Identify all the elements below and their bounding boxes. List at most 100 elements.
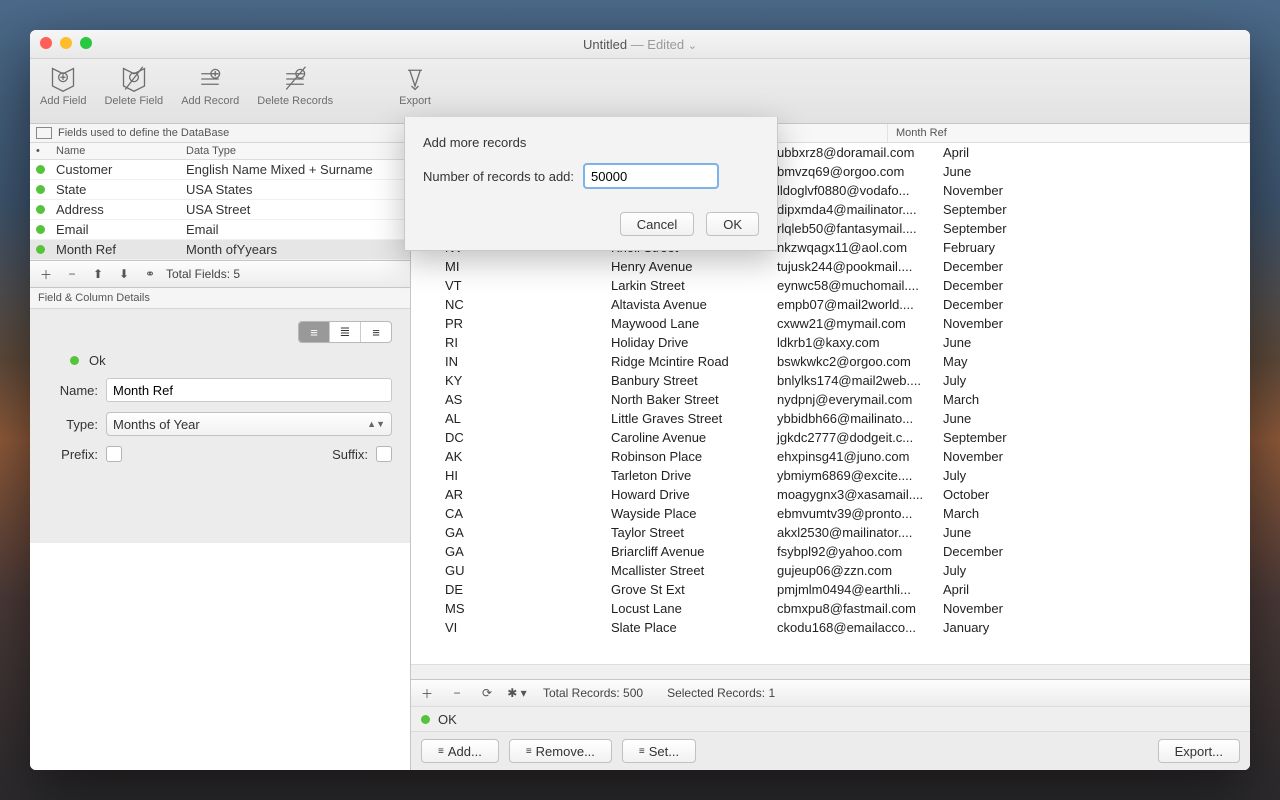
record-row[interactable]: PRMaywood Lanecxww21@mymail.comNovember — [411, 314, 1250, 333]
records-count-input[interactable] — [584, 164, 718, 188]
record-row[interactable]: VTLarkin Streeteynwc58@muchomail....Dece… — [411, 276, 1250, 295]
align-right-button[interactable]: ≡ — [360, 322, 391, 342]
cell-month: June — [935, 335, 1250, 350]
cell-email: ehxpinsg41@juno.com — [769, 449, 935, 464]
cell-address: Holiday Drive — [603, 335, 769, 350]
record-row[interactable]: KYBanbury Streetbnlylks174@mail2web....J… — [411, 371, 1250, 390]
cell-email: fsybpl92@yahoo.com — [769, 544, 935, 559]
cell-email: eynwc58@muchomail.... — [769, 278, 935, 293]
cell-address: Caroline Avenue — [603, 430, 769, 445]
record-row[interactable]: MSLocust Lanecbmxpu8@fastmail.comNovembe… — [411, 599, 1250, 618]
field-row[interactable]: CustomerEnglish Name Mixed + Surname — [30, 160, 410, 180]
fields-list[interactable]: CustomerEnglish Name Mixed + SurnameStat… — [30, 160, 410, 260]
cell-email: bswkwkc2@orgoo.com — [769, 354, 935, 369]
record-row[interactable]: RIHoliday Driveldkrb1@kaxy.comJune — [411, 333, 1250, 352]
record-row[interactable]: ALLittle Graves Streetybbidbh66@mailinat… — [411, 409, 1250, 428]
cell-state: PR — [437, 316, 603, 331]
fields-name-col[interactable]: Name — [56, 145, 186, 157]
cell-state: AK — [437, 449, 603, 464]
record-row[interactable]: MIHenry Avenuetujusk244@pookmail....Dece… — [411, 257, 1250, 276]
record-row[interactable]: HITarleton Driveybmiym6869@excite....Jul… — [411, 466, 1250, 485]
prefix-checkbox[interactable] — [106, 446, 122, 462]
align-center-button[interactable]: ≣ — [329, 322, 360, 342]
list-icon: ≡ — [639, 746, 643, 757]
field-type-cell: Month ofYyears — [186, 242, 404, 257]
fields-bullet-col[interactable]: • — [36, 145, 56, 157]
delete-field-button[interactable]: Delete Field — [104, 65, 163, 107]
field-row[interactable]: StateUSA States — [30, 180, 410, 200]
field-row[interactable]: Month RefMonth ofYyears — [30, 240, 410, 260]
export-icon — [401, 65, 429, 93]
name-label: Name: — [48, 383, 98, 398]
record-row[interactable]: ARHoward Drivemoagygnx3@xasamail....Octo… — [411, 485, 1250, 504]
minimize-window-button[interactable] — [60, 37, 72, 49]
field-type-select[interactable]: Months of Year ▲▼ — [106, 412, 392, 436]
zoom-window-button[interactable] — [80, 37, 92, 49]
name-row: Name: — [48, 378, 392, 402]
delete-field-label: Delete Field — [104, 95, 163, 107]
status-ok-label: OK — [438, 712, 457, 727]
record-row[interactable]: DEGrove St Extpmjmlm0494@earthli...April — [411, 580, 1250, 599]
cell-email: ubbxrz8@doramail.com — [769, 145, 935, 160]
cell-address: Robinson Place — [603, 449, 769, 464]
fields-datatype-col[interactable]: Data Type — [186, 145, 404, 157]
reload-button[interactable]: ⟳ — [477, 683, 497, 703]
delete-records-button[interactable]: Delete Records — [257, 65, 333, 107]
cell-email: cbmxpu8@fastmail.com — [769, 601, 935, 616]
cell-state: MS — [437, 601, 603, 616]
add-record-small-button[interactable]: ＋ — [417, 683, 437, 703]
cell-email: ybmiym6869@excite.... — [769, 468, 935, 483]
field-name-cell: Customer — [56, 162, 186, 177]
delete-records-label: Delete Records — [257, 95, 333, 107]
export-action-button[interactable]: Export... — [1158, 739, 1240, 763]
record-row[interactable]: ASNorth Baker Streetnydpnj@everymail.com… — [411, 390, 1250, 409]
remove-action-button[interactable]: ≡Remove... — [509, 739, 612, 763]
select-chevrons-icon: ▲▼ — [367, 419, 385, 429]
record-row[interactable]: VISlate Placeckodu168@emailacco...Januar… — [411, 618, 1250, 637]
add-field-button[interactable]: Add Field — [40, 65, 86, 107]
record-row[interactable]: DCCaroline Avenuejgkdc2777@dodgeit.c...S… — [411, 428, 1250, 447]
cell-state: GA — [437, 544, 603, 559]
gear-menu-button[interactable]: ✱ ▾ — [507, 683, 527, 703]
cell-email: ckodu168@emailacco... — [769, 620, 935, 635]
remove-field-small-button[interactable]: − — [62, 264, 82, 284]
field-row[interactable]: EmailEmail — [30, 220, 410, 240]
record-row[interactable]: CAWayside Placeebmvumtv39@pronto...March — [411, 504, 1250, 523]
set-action-button[interactable]: ≡Set... — [622, 739, 696, 763]
cell-address: Maywood Lane — [603, 316, 769, 331]
cell-month: September — [935, 221, 1250, 236]
add-field-small-button[interactable]: ＋ — [36, 264, 56, 284]
record-row[interactable]: GATaylor Streetakxl2530@mailinator....Ju… — [411, 523, 1250, 542]
cancel-button[interactable]: Cancel — [620, 212, 694, 236]
record-row[interactable]: NCAltavista Avenueempb07@mail2world....D… — [411, 295, 1250, 314]
move-down-button[interactable]: ⬇ — [114, 264, 134, 284]
cell-address: Tarleton Drive — [603, 468, 769, 483]
titlebar: Untitled — Edited ⌄ — [30, 30, 1250, 59]
add-record-button[interactable]: Add Record — [181, 65, 239, 107]
record-row[interactable]: GABriarcliff Avenuefsybpl92@yahoo.comDec… — [411, 542, 1250, 561]
field-name-cell: Email — [56, 222, 186, 237]
prefix-suffix-row: Prefix: Suffix: — [48, 446, 392, 462]
add-action-button[interactable]: ≡Add... — [421, 739, 499, 763]
suffix-label: Suffix: — [332, 447, 368, 462]
total-fields-label: Total Fields: 5 — [166, 267, 240, 281]
alignment-segmented[interactable]: ≡ ≣ ≡ — [298, 321, 392, 343]
remove-record-small-button[interactable]: − — [447, 683, 467, 703]
suffix-checkbox[interactable] — [376, 446, 392, 462]
field-row[interactable]: AddressUSA Street — [30, 200, 410, 220]
export-button[interactable]: Export — [399, 65, 431, 107]
record-row[interactable]: AKRobinson Placeehxpinsg41@juno.comNovem… — [411, 447, 1250, 466]
field-name-input[interactable] — [106, 378, 392, 402]
horizontal-scrollbar[interactable] — [411, 664, 1250, 679]
col-month[interactable]: Month Ref — [888, 124, 1250, 142]
align-left-button[interactable]: ≡ — [299, 322, 329, 342]
fields-panel-title: Fields used to define the DataBase — [58, 127, 229, 139]
close-window-button[interactable] — [40, 37, 52, 49]
title-chevron-icon[interactable]: ⌄ — [688, 40, 697, 52]
cell-month: March — [935, 392, 1250, 407]
move-up-button[interactable]: ⬆ — [88, 264, 108, 284]
record-row[interactable]: GUMcallister Streetgujeup06@zzn.comJuly — [411, 561, 1250, 580]
ok-button[interactable]: OK — [706, 212, 759, 236]
type-label: Type: — [48, 417, 98, 432]
record-row[interactable]: INRidge Mcintire Roadbswkwkc2@orgoo.comM… — [411, 352, 1250, 371]
